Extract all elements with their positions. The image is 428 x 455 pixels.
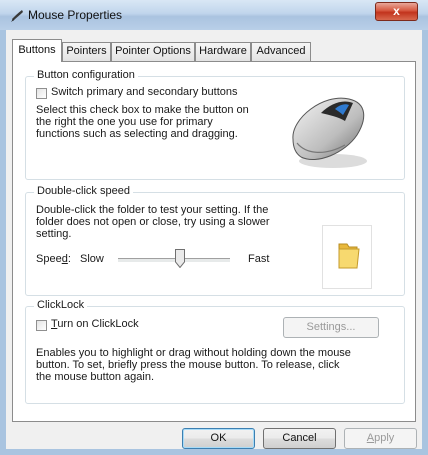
buttons-tab-page: Button configuration Switch primary and …	[12, 61, 416, 422]
mouse-icon	[292, 97, 367, 168]
speed-label: Speed:	[36, 253, 71, 265]
title-bar[interactable]: Mouse Properties x	[0, 0, 428, 30]
close-button[interactable]: x	[375, 2, 418, 21]
double-click-speed-thumb[interactable]	[174, 249, 185, 268]
clicklock-title: ClickLock	[34, 299, 88, 311]
cancel-button[interactable]: Cancel	[263, 428, 336, 449]
clicklock-group: ClickLock Turn on ClickLock Settings... …	[25, 299, 405, 404]
clicklock-label[interactable]: Turn on ClickLock	[51, 318, 139, 330]
window-title: Mouse Properties	[28, 8, 123, 22]
tab-hardware[interactable]: Hardware	[195, 42, 251, 61]
ok-button[interactable]: OK	[182, 428, 255, 449]
tab-pointers[interactable]: Pointers	[62, 42, 111, 61]
button-configuration-group: Button configuration Switch primary and …	[25, 69, 405, 180]
folder-icon[interactable]	[335, 240, 361, 272]
clicklock-checkbox[interactable]	[36, 320, 47, 331]
button-configuration-description: Select this check box to make the button…	[36, 104, 249, 140]
tab-buttons[interactable]: Buttons	[12, 39, 62, 62]
fast-label: Fast	[248, 253, 270, 265]
slow-label: Slow	[80, 253, 104, 265]
dialog-client-area: Buttons Pointers Pointer Options Hardwar…	[6, 30, 422, 449]
test-folder-area[interactable]	[322, 225, 372, 289]
switch-buttons-checkbox[interactable]	[36, 88, 47, 99]
tab-pointer-options[interactable]: Pointer Options	[111, 42, 195, 61]
tab-advanced[interactable]: Advanced	[251, 42, 311, 61]
mouse-pointer-icon	[11, 10, 23, 22]
button-configuration-title: Button configuration	[34, 69, 138, 81]
clicklock-settings-button[interactable]: Settings...	[283, 317, 379, 338]
double-click-speed-title: Double-click speed	[34, 185, 133, 197]
switch-buttons-label[interactable]: Switch primary and secondary buttons	[51, 86, 237, 98]
double-click-speed-group: Double-click speed Double-click the fold…	[25, 185, 405, 296]
double-click-description: Double-click the folder to test your set…	[36, 204, 270, 240]
clicklock-description: Enables you to highlight or drag without…	[36, 347, 351, 383]
mouse-properties-window: Mouse Properties x Buttons Pointers Poin…	[0, 0, 428, 455]
apply-button[interactable]: Apply	[344, 428, 417, 449]
